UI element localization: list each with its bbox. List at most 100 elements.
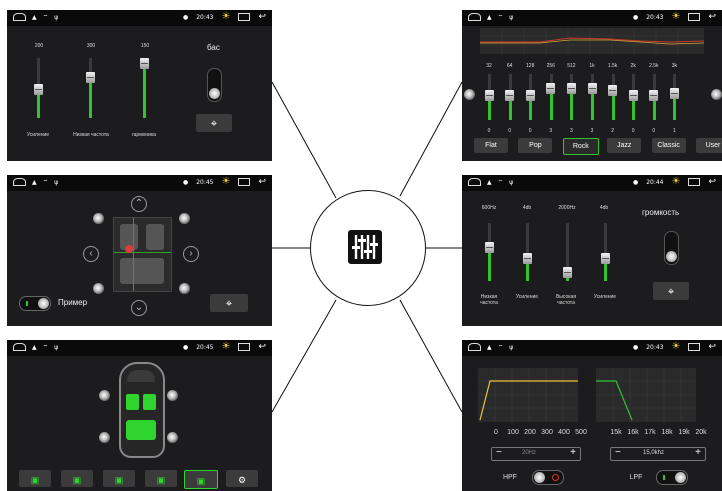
slider-fill xyxy=(37,92,40,118)
brightness-icon[interactable]: ☀ xyxy=(671,12,680,22)
bass-toggle[interactable] xyxy=(207,68,222,102)
clock: 20:43 xyxy=(196,13,214,21)
recent-apps-icon[interactable] xyxy=(238,13,251,21)
eq-band-knob[interactable] xyxy=(546,82,556,94)
car-seats-image[interactable] xyxy=(113,217,172,292)
minus-button[interactable]: − xyxy=(615,447,621,458)
slider-fill xyxy=(89,80,92,118)
axis-tick-label: 100 xyxy=(507,429,519,436)
position-button[interactable]: ⌖ xyxy=(196,114,232,132)
eq-band-knob[interactable] xyxy=(484,90,494,101)
eq-band-knob[interactable] xyxy=(505,90,515,101)
eq-band-gain: 3 xyxy=(590,128,594,134)
car-speaker-panel: ▲ ⌔ ψ ● 20:45 ☀ ↩ ▣ ▣ ▣ ▣ ▣ ⚙ xyxy=(7,340,272,491)
back-icon[interactable]: ↩ xyxy=(258,13,266,22)
location-icon: ● xyxy=(632,178,639,186)
eq-band-knob[interactable] xyxy=(669,87,679,99)
equalizer-settings-icon[interactable] xyxy=(348,230,382,264)
eq-band-gain: 0 xyxy=(631,128,635,134)
preset-button-rock[interactable]: Rock xyxy=(562,138,599,155)
hpf-toggle[interactable] xyxy=(532,470,564,485)
slider-knob[interactable] xyxy=(140,58,149,69)
wifi-icon: ⌔ xyxy=(42,179,49,186)
status-bar: ▲ ⌔ ψ ● 20:45 ☀ ↩ xyxy=(7,175,272,191)
graphic-eq-panel: ▲ ⌔ ψ ● 20:43 ☀ ↩ 32 0 64 0 128 0 256 3 512 3 1k 3 1.5k 2 2… xyxy=(462,10,722,161)
slider-knob[interactable] xyxy=(523,253,532,264)
position-button[interactable]: ⌖ xyxy=(653,282,689,300)
home-icon[interactable] xyxy=(468,178,481,186)
back-icon[interactable]: ↩ xyxy=(258,343,266,352)
seat-preset-button[interactable]: ▣ xyxy=(103,470,135,487)
back-icon[interactable]: ↩ xyxy=(708,13,716,22)
speaker-icon xyxy=(93,283,104,294)
example-toggle[interactable] xyxy=(19,296,51,311)
arrow-left-button[interactable]: ‹ xyxy=(83,246,99,262)
crossover-panel: ▲ ⌔ ψ ● 20:43 ☀ ↩ 0 100 200 300 400 500 15k 16k 17k 1… xyxy=(462,340,722,491)
slider-knob[interactable] xyxy=(34,84,43,95)
seat-preset-button[interactable]: ▣ xyxy=(19,470,51,487)
slider-fill xyxy=(488,250,491,281)
position-button[interactable]: ⌖ xyxy=(210,294,248,312)
brightness-icon[interactable]: ☀ xyxy=(221,12,230,22)
minus-button[interactable]: − xyxy=(496,447,502,458)
slider-knob[interactable] xyxy=(601,253,610,264)
preset-button-pop[interactable]: Pop xyxy=(518,138,553,153)
plus-button[interactable]: + xyxy=(695,447,701,458)
slider-label: Низкая частота xyxy=(480,294,498,306)
arrow-down-button[interactable]: ⌄ xyxy=(131,300,147,316)
home-icon[interactable] xyxy=(13,13,26,21)
speaker-icon xyxy=(179,213,190,224)
lpf-stepper[interactable]: − 15,0khz + xyxy=(610,447,706,461)
sound-focus-point[interactable] xyxy=(125,245,133,253)
status-bar: ▲ ⌔ ψ ● 20:43 ☀ ↩ xyxy=(462,10,722,26)
slider-knob[interactable] xyxy=(485,242,494,253)
preset-button-classic[interactable]: Classic xyxy=(651,138,686,153)
volume-toggle[interactable] xyxy=(664,231,679,265)
seat-preset-button[interactable]: ▣ xyxy=(145,470,177,487)
plus-button[interactable]: + xyxy=(570,447,576,458)
seat-preset-button-active[interactable]: ▣ xyxy=(184,470,218,489)
brightness-icon[interactable]: ☀ xyxy=(671,177,680,187)
hpf-stepper[interactable]: − 20Hz + xyxy=(491,447,581,461)
arrow-up-button[interactable]: ⌃ xyxy=(131,196,147,212)
eq-band-fill xyxy=(673,95,677,120)
axis-tick-label: 18k xyxy=(661,429,673,436)
recent-apps-icon[interactable] xyxy=(688,178,701,186)
slider-knob[interactable] xyxy=(563,267,572,278)
eq-band-knob[interactable] xyxy=(525,90,535,101)
eq-band-knob[interactable] xyxy=(566,82,576,94)
axis-tick-label: 300 xyxy=(541,429,553,436)
brightness-icon[interactable]: ☀ xyxy=(221,177,230,187)
preset-button-flat[interactable]: Flat xyxy=(474,138,508,153)
back-icon[interactable]: ↩ xyxy=(708,178,716,187)
recent-apps-icon[interactable] xyxy=(688,343,701,351)
warning-icon: ▲ xyxy=(32,343,37,351)
slider-knob[interactable] xyxy=(86,72,95,83)
recent-apps-icon[interactable] xyxy=(688,13,701,21)
brightness-icon[interactable]: ☀ xyxy=(671,342,680,352)
back-icon[interactable]: ↩ xyxy=(258,178,266,187)
warning-icon: ▲ xyxy=(32,178,37,186)
preset-button-jazz[interactable]: Jazz xyxy=(607,138,642,153)
eq-band-knob[interactable] xyxy=(587,82,597,94)
eq-band-knob[interactable] xyxy=(628,90,638,101)
eq-band-knob[interactable] xyxy=(649,90,659,101)
back-icon[interactable]: ↩ xyxy=(708,343,716,352)
seat-preset-button[interactable]: ▣ xyxy=(61,470,93,487)
eq-band-gain: 2 xyxy=(611,128,614,134)
recent-apps-icon[interactable] xyxy=(238,178,251,186)
brightness-icon[interactable]: ☀ xyxy=(221,342,230,352)
home-icon[interactable] xyxy=(13,178,26,186)
eq-band-knob[interactable] xyxy=(608,85,618,96)
home-icon[interactable] xyxy=(468,343,481,351)
user-settings-button[interactable]: ⚙ xyxy=(226,470,258,487)
home-icon[interactable] xyxy=(468,13,481,21)
preset-button-user[interactable]: User xyxy=(696,138,722,153)
car-top-view xyxy=(119,362,165,458)
home-icon[interactable] xyxy=(13,343,26,351)
arrow-right-button[interactable]: › xyxy=(183,246,199,262)
lpf-toggle[interactable] xyxy=(656,470,688,485)
slider-value: 300 xyxy=(86,43,96,49)
status-bar: ▲ ⌔ ψ ● 20:45 ☀ ↩ xyxy=(7,340,272,356)
recent-apps-icon[interactable] xyxy=(238,343,251,351)
